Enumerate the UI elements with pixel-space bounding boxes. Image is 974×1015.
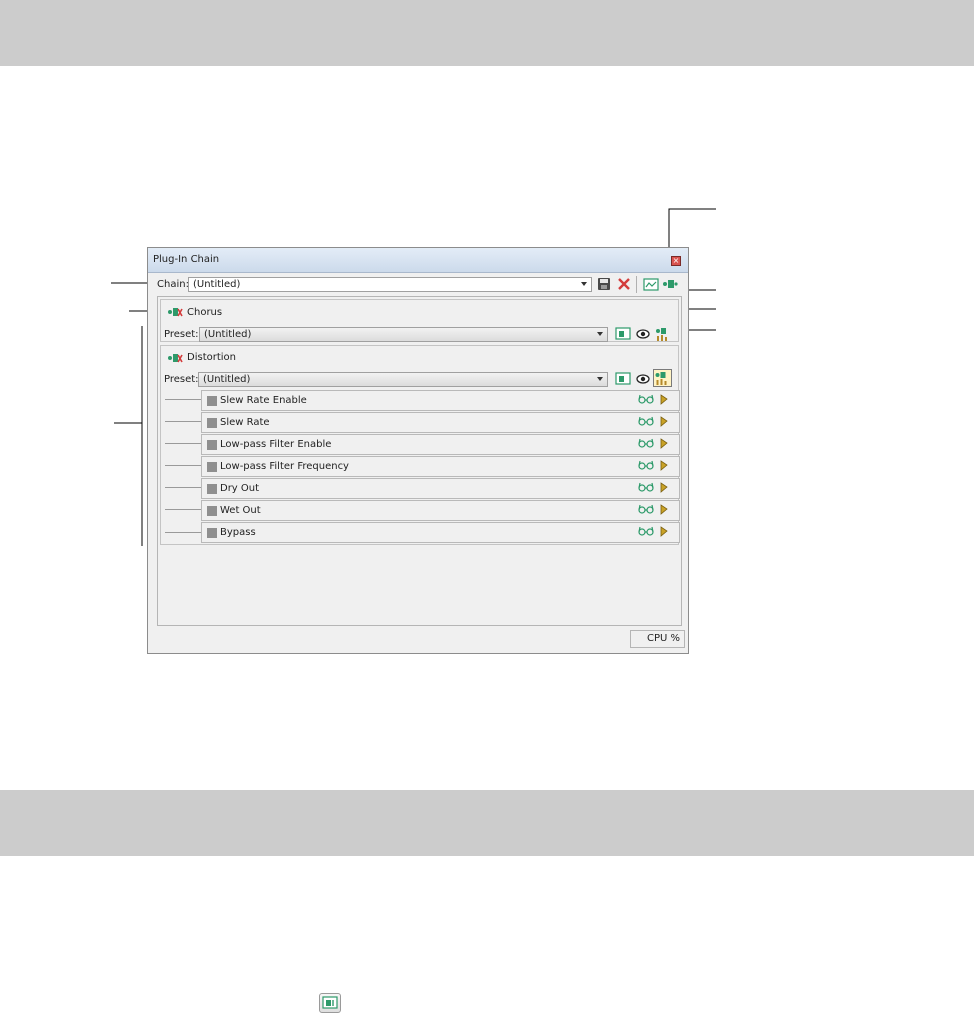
keyframe-icon[interactable] <box>660 526 668 540</box>
chain-label: Chain: <box>157 279 189 290</box>
tree-connector <box>165 487 201 488</box>
chain-dropdown[interactable]: (Untitled) <box>188 277 592 292</box>
plugin-name[interactable]: Distortion <box>187 352 236 363</box>
plugin-icon <box>167 306 183 321</box>
keyframe-icon[interactable] <box>660 460 668 474</box>
tree-connector <box>165 532 201 533</box>
preset-value: (Untitled) <box>204 329 252 340</box>
tree-connector <box>165 443 201 444</box>
add-envelope-icon <box>322 996 338 1009</box>
show-ui-button[interactable] <box>636 328 652 344</box>
parameter-checkbox[interactable] <box>207 506 217 516</box>
close-button[interactable]: × <box>671 256 681 266</box>
parameter-row[interactable]: Low-pass Filter Enable <box>201 434 680 455</box>
plugin-icon <box>167 352 183 367</box>
glasses-icon[interactable] <box>638 415 654 430</box>
plugin-edit-icon <box>655 372 667 385</box>
plugin-edit-icon <box>656 328 667 341</box>
parameter-row[interactable]: Wet Out <box>201 500 680 521</box>
plugin-name[interactable]: Chorus <box>187 307 222 318</box>
glasses-icon[interactable] <box>638 393 654 408</box>
keyframe-icon[interactable] <box>660 394 668 408</box>
edit-plugin-button[interactable] <box>655 326 671 342</box>
parameter-checkbox[interactable] <box>207 462 217 472</box>
parameter-row[interactable]: Low-pass Filter Frequency <box>201 456 680 477</box>
add-envelope-button[interactable] <box>319 993 341 1013</box>
parameter-checkbox[interactable] <box>207 440 217 450</box>
glasses-icon[interactable] <box>638 459 654 474</box>
delete-icon <box>618 278 630 290</box>
tree-connector <box>165 509 201 510</box>
add-envelope-icon <box>615 327 631 340</box>
glasses-icon[interactable] <box>638 503 654 518</box>
keyframe-icon[interactable] <box>660 416 668 430</box>
chain-value: (Untitled) <box>193 279 241 290</box>
chevron-down-icon <box>597 377 603 381</box>
preset-dropdown[interactable]: (Untitled) <box>198 372 608 387</box>
keyframe-icon[interactable] <box>660 504 668 518</box>
plugin-section-distortion: Distortion Preset: (Untitled) Slew Rate … <box>160 345 680 545</box>
eye-icon <box>636 329 650 339</box>
add-envelope-icon <box>643 278 659 291</box>
add-envelope-button[interactable] <box>615 372 631 388</box>
parameter-checkbox[interactable] <box>207 528 217 538</box>
tree-connector <box>165 465 201 466</box>
parameter-label: Slew Rate <box>220 417 270 428</box>
delete-chain-button[interactable] <box>617 277 633 293</box>
edit-plugin-button[interactable] <box>653 369 672 387</box>
keyframe-icon[interactable] <box>660 438 668 452</box>
parameter-label: Low-pass Filter Enable <box>220 439 332 450</box>
plugin-chain-window: Plug-In Chain × Chain: (Untitled) Chorus… <box>147 247 689 654</box>
save-icon <box>598 278 610 290</box>
add-envelope-button[interactable] <box>643 278 659 294</box>
parameter-row[interactable]: Dry Out <box>201 478 680 499</box>
plugin-list-panel: Chorus Preset: (Untitled) Distortion Pre… <box>157 296 682 626</box>
cpu-meter: CPU % <box>630 630 685 648</box>
preset-label: Preset: <box>164 374 199 385</box>
keyframe-icon[interactable] <box>660 482 668 496</box>
parameter-row[interactable]: Bypass <box>201 522 680 543</box>
glasses-icon[interactable] <box>638 481 654 496</box>
parameter-checkbox[interactable] <box>207 484 217 494</box>
glasses-icon[interactable] <box>638 437 654 452</box>
parameter-checkbox[interactable] <box>207 418 217 428</box>
parameter-row[interactable]: Slew Rate <box>201 412 680 433</box>
parameter-label: Dry Out <box>220 483 260 494</box>
preset-label: Preset: <box>164 329 199 340</box>
glasses-icon[interactable] <box>638 525 654 540</box>
title-bar[interactable]: Plug-In Chain × <box>148 248 688 273</box>
add-envelope-button[interactable] <box>615 327 631 343</box>
tree-connector <box>165 399 201 400</box>
toolbar-divider <box>636 276 637 293</box>
eye-icon <box>636 374 650 384</box>
add-plugin-icon <box>663 280 678 288</box>
tree-connector <box>165 421 201 422</box>
parameter-label: Low-pass Filter Frequency <box>220 461 349 472</box>
parameter-row[interactable]: Slew Rate Enable <box>201 390 680 411</box>
plugin-section-chorus: Chorus Preset: (Untitled) <box>160 299 679 342</box>
add-plugin-button[interactable] <box>662 277 678 293</box>
parameter-label: Slew Rate Enable <box>220 395 307 406</box>
save-chain-button[interactable] <box>597 277 613 293</box>
window-title: Plug-In Chain <box>153 254 220 265</box>
show-ui-button[interactable] <box>636 373 652 389</box>
parameter-checkbox[interactable] <box>207 396 217 406</box>
preset-dropdown[interactable]: (Untitled) <box>199 327 608 342</box>
status-bar: CPU % <box>148 630 688 652</box>
preset-value: (Untitled) <box>203 374 251 385</box>
chevron-down-icon <box>597 332 603 336</box>
parameter-label: Bypass <box>220 527 256 538</box>
chevron-down-icon <box>581 282 587 286</box>
add-envelope-icon <box>615 372 631 385</box>
parameter-label: Wet Out <box>220 505 261 516</box>
